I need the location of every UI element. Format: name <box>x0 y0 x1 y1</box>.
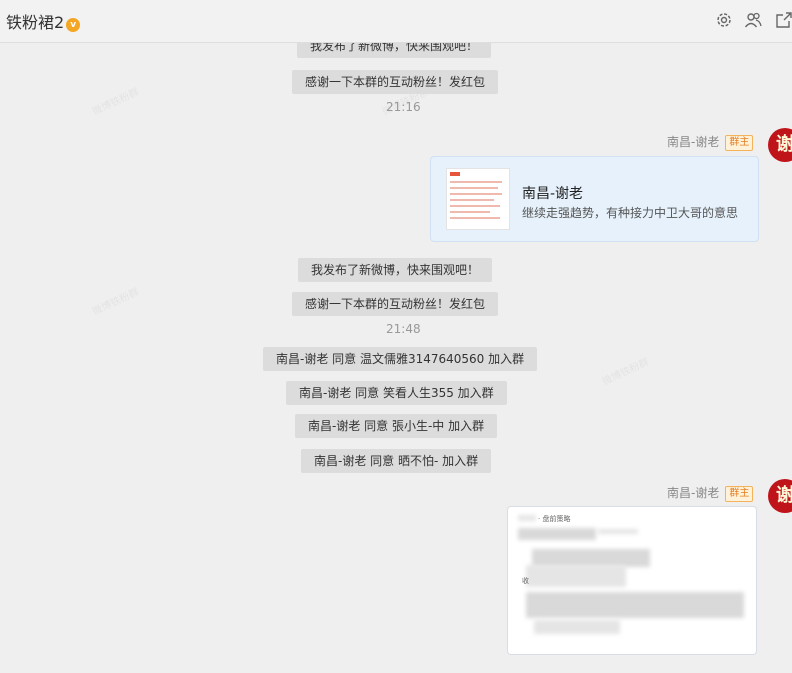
owner-badge: 群主 <box>725 135 754 151</box>
join-notice: 南昌-谢老 同意 張小生-中 加入群 <box>295 414 498 438</box>
avatar[interactable]: 谢 <box>768 479 792 513</box>
owner-badge: 群主 <box>725 486 754 502</box>
vip-badge-icon: v <box>66 18 81 32</box>
system-message: 我发布了新微博，快来围观吧！ <box>298 258 493 282</box>
group-name: 铁粉裙2 <box>6 13 65 32</box>
chat-area[interactable]: 微博铁粉群 微博铁粉群 微博铁粉群 微博铁粉群 我发布了新微博，快来围观吧！ 感… <box>0 43 792 673</box>
image-caption: · 盘前策略 <box>538 515 571 523</box>
blurred-region <box>526 565 626 587</box>
members-icon[interactable] <box>744 11 762 29</box>
join-notice: 南昌-谢老 同意 温文儒雅3147640560 加入群 <box>263 347 538 371</box>
blurred-region <box>518 515 536 521</box>
watermark: 微博铁粉群 <box>90 286 141 318</box>
watermark: 微博铁粉群 <box>90 86 141 118</box>
blurred-region <box>598 529 638 534</box>
timestamp: 21:48 <box>386 322 421 336</box>
card-thumbnail <box>446 168 510 230</box>
image-text: 收 <box>522 577 529 585</box>
sender-name[interactable]: 南昌-谢老 <box>667 135 719 149</box>
timestamp: 21:16 <box>386 100 421 114</box>
image-message[interactable]: · 盘前策略 收 <box>507 506 757 655</box>
blurred-region <box>526 592 744 618</box>
card-description: 继续走强趋势，有种接力中卫大哥的意思 <box>522 206 739 220</box>
chat-header: 铁粉裙2 v <box>0 0 792 43</box>
group-title: 铁粉裙2 v <box>6 9 81 33</box>
system-message: 我发布了新微博，快来围观吧！ <box>297 43 492 58</box>
system-message: 感谢一下本群的互动粉丝！发红包 <box>292 292 499 316</box>
avatar[interactable]: 谢 <box>768 128 792 162</box>
blurred-region <box>534 620 620 634</box>
sender-label: 南昌-谢老 群主 <box>667 484 754 502</box>
sender-label: 南昌-谢老 群主 <box>667 133 754 151</box>
system-message: 感谢一下本群的互动粉丝！发红包 <box>292 70 499 94</box>
sender-name[interactable]: 南昌-谢老 <box>667 486 719 500</box>
weibo-share-card[interactable]: 南昌-谢老 继续走强趋势，有种接力中卫大哥的意思 <box>430 156 759 242</box>
settings-icon[interactable] <box>715 11 733 29</box>
watermark: 微博铁粉群 <box>600 356 651 388</box>
blurred-region <box>518 528 596 540</box>
card-title: 南昌-谢老 <box>522 186 584 202</box>
share-out-icon[interactable] <box>775 11 792 29</box>
join-notice: 南昌-谢老 同意 晒不怕- 加入群 <box>301 449 492 473</box>
join-notice: 南昌-谢老 同意 笑看人生355 加入群 <box>286 381 507 405</box>
